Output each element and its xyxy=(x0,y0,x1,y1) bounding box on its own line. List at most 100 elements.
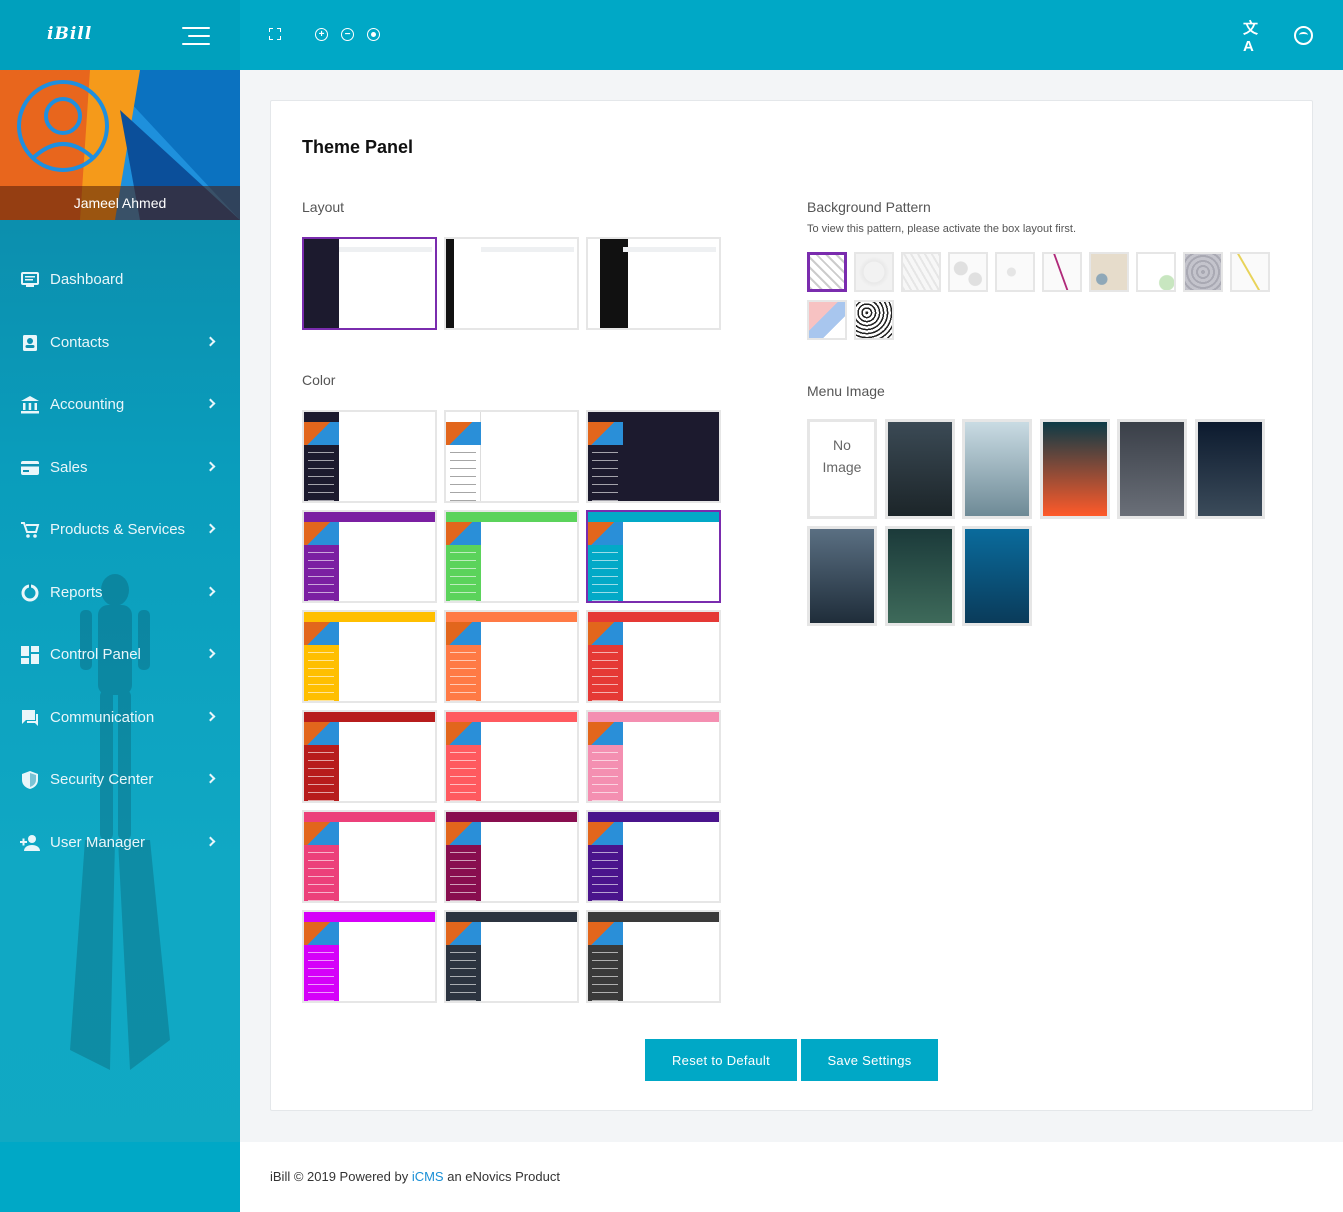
background-pattern-option[interactable] xyxy=(1089,252,1129,292)
chevron-right-icon xyxy=(205,836,216,846)
color-option[interactable] xyxy=(444,710,579,803)
color-option[interactable] xyxy=(302,610,437,703)
menu-toggle-icon[interactable] xyxy=(182,27,210,45)
sidebar: Jameel Ahmed Dashboard Contacts Accounting… xyxy=(0,70,240,1212)
layout-option[interactable] xyxy=(444,237,579,330)
color-option[interactable] xyxy=(444,610,579,703)
menu-image-option[interactable] xyxy=(884,526,955,626)
color-option[interactable] xyxy=(302,710,437,803)
color-option[interactable] xyxy=(302,810,437,903)
color-option[interactable] xyxy=(302,910,437,1003)
translate-icon[interactable]: 文A xyxy=(1243,20,1265,55)
user-face-icon[interactable] xyxy=(1294,26,1313,45)
sidebar-item-label: Security Center xyxy=(50,771,154,788)
layout-header-preview xyxy=(339,247,432,252)
profile-name[interactable]: Jameel Ahmed xyxy=(0,195,240,211)
page-title: Theme Panel xyxy=(302,137,414,157)
sidebar-item-dashboard[interactable]: Dashboard xyxy=(0,258,240,302)
menu-image-option[interactable] xyxy=(807,526,877,626)
menu-image-option[interactable] xyxy=(1117,419,1187,519)
background-pattern-option[interactable] xyxy=(901,252,941,292)
footer-icms-link[interactable]: iCMS xyxy=(412,1169,444,1184)
color-option[interactable] xyxy=(586,810,721,903)
zoom-out-icon[interactable]: − xyxy=(341,28,354,41)
background-pattern-option[interactable] xyxy=(948,252,988,292)
background-pattern-option[interactable] xyxy=(1230,252,1270,292)
background-pattern-option[interactable] xyxy=(995,252,1035,292)
background-pattern-option[interactable] xyxy=(1042,252,1082,292)
sidebar-item-communication[interactable]: Communication xyxy=(0,696,240,740)
fullscreen-icon[interactable] xyxy=(269,28,281,40)
color-option[interactable] xyxy=(444,910,579,1003)
color-menu-preview xyxy=(592,752,618,801)
footer-prefix: iBill © 2019 Powered by xyxy=(270,1169,412,1184)
color-profile-preview xyxy=(588,722,623,745)
color-option[interactable] xyxy=(586,710,721,803)
no-image-label: Image xyxy=(822,459,862,475)
menu-image-option[interactable] xyxy=(884,419,955,519)
layout-sidebar-preview xyxy=(446,239,454,328)
layout-header-preview xyxy=(481,247,574,252)
background-pattern-option[interactable] xyxy=(1136,252,1176,292)
sidebar-item-label: Products & Services xyxy=(50,521,186,538)
color-option[interactable] xyxy=(302,510,437,603)
sidebar-item-label: Accounting xyxy=(50,396,125,413)
color-option[interactable] xyxy=(444,510,579,603)
color-profile-preview xyxy=(304,522,339,545)
chevron-right-icon xyxy=(205,461,216,471)
misty-forest-image xyxy=(965,422,1029,516)
sidebar-item-accounting[interactable]: Accounting xyxy=(0,383,240,427)
layout-header-preview xyxy=(623,247,716,252)
menu-image-option[interactable] xyxy=(1039,419,1110,519)
sidebar-item-user-manager[interactable]: User Manager xyxy=(0,821,240,865)
add-user-icon xyxy=(20,834,40,851)
zoom-in-icon[interactable]: + xyxy=(315,28,328,41)
no-image-option[interactable]: No Image xyxy=(807,419,877,519)
color-profile-preview xyxy=(446,622,481,645)
layout-option[interactable] xyxy=(302,237,437,330)
cart-icon xyxy=(21,522,40,538)
color-option[interactable] xyxy=(586,510,721,603)
brand-logo[interactable]: iBill xyxy=(47,24,92,44)
sidebar-item-control-panel[interactable]: Control Panel xyxy=(0,633,240,677)
color-profile-preview xyxy=(446,922,481,945)
menu-image-option[interactable] xyxy=(962,419,1032,519)
credit-card-icon xyxy=(21,460,39,475)
color-option[interactable] xyxy=(586,910,721,1003)
sidebar-item-sales[interactable]: Sales xyxy=(0,446,240,490)
background-pattern-option[interactable] xyxy=(807,300,847,340)
menu-image-option[interactable] xyxy=(1194,419,1265,519)
avatar[interactable] xyxy=(15,78,111,174)
sidebar-item-contacts[interactable]: Contacts xyxy=(0,321,240,365)
layout-sidebar-preview xyxy=(600,239,628,328)
sidebar-item-products-services[interactable]: Products & Services xyxy=(0,508,240,552)
color-menu-preview xyxy=(592,952,618,1001)
background-pattern-option[interactable] xyxy=(1183,252,1223,292)
background-pattern-option[interactable] xyxy=(854,252,894,292)
color-option[interactable] xyxy=(444,410,579,503)
sidebar-item-security-center[interactable]: Security Center xyxy=(0,758,240,802)
color-option[interactable] xyxy=(586,410,721,503)
color-option[interactable] xyxy=(586,610,721,703)
color-menu-preview xyxy=(450,852,476,901)
layout-option[interactable] xyxy=(586,237,721,330)
menu-image-option[interactable] xyxy=(962,526,1032,626)
sidebar-item-label: Communication xyxy=(50,708,155,726)
color-menu-preview xyxy=(450,752,476,801)
sidebar-item-label: Reports xyxy=(50,583,103,601)
color-profile-preview xyxy=(588,522,623,545)
background-pattern-option[interactable] xyxy=(854,300,894,340)
color-menu-preview xyxy=(308,652,334,701)
reset-to-default-button[interactable]: Reset to Default xyxy=(645,1039,797,1081)
background-pattern-option[interactable] xyxy=(807,252,847,292)
color-option[interactable] xyxy=(444,810,579,903)
save-settings-button[interactable]: Save Settings xyxy=(801,1039,938,1081)
color-menu-preview xyxy=(450,452,476,501)
color-option[interactable] xyxy=(302,410,437,503)
sidebar-item-reports[interactable]: Reports xyxy=(0,571,240,615)
color-menu-preview xyxy=(308,952,334,1001)
underwater-diver-image xyxy=(965,529,1029,623)
zoom-reset-icon[interactable] xyxy=(367,28,380,41)
sidebar-item-label: Dashboard xyxy=(50,271,124,288)
chevron-right-icon xyxy=(205,586,216,596)
